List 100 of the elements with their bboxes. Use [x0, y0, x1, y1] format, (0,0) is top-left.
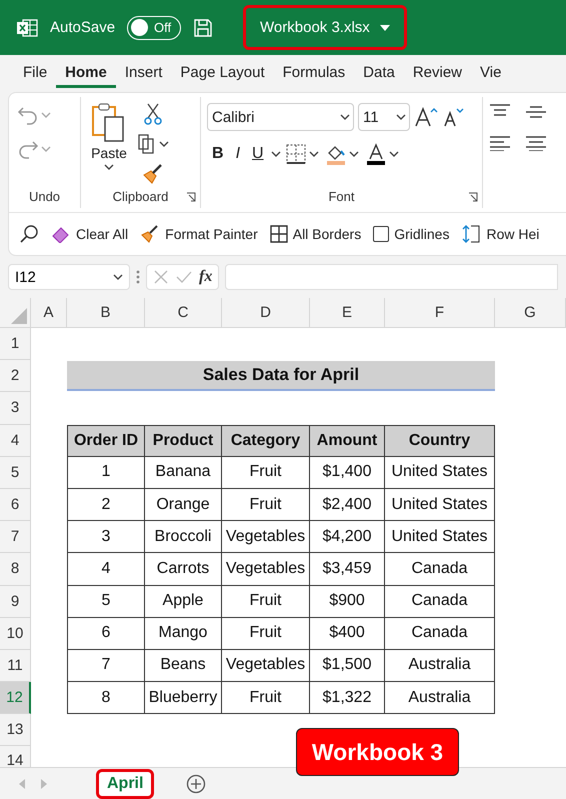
- row-height-icon: [461, 224, 482, 244]
- table-cell: United States: [385, 488, 495, 522]
- table-cell: Canada: [385, 618, 495, 650]
- search-icon[interactable]: [19, 224, 39, 244]
- sheet-title: Sales Data for April: [67, 361, 495, 392]
- row-header[interactable]: 7: [0, 521, 31, 554]
- row-header[interactable]: 6: [0, 488, 31, 522]
- row-header[interactable]: 8: [0, 553, 31, 586]
- table-cell: Blueberry: [145, 682, 222, 714]
- borders-icon: [284, 143, 307, 165]
- table-header-cell: Category: [222, 424, 310, 457]
- column-header[interactable]: F: [385, 298, 495, 328]
- chevron-down-icon: [340, 113, 350, 121]
- autosave-label: AutoSave: [50, 19, 116, 36]
- ribbon-tab[interactable]: Page Layout: [171, 60, 274, 88]
- dialog-launcher-icon[interactable]: [468, 192, 478, 202]
- chevron-down-icon: [388, 150, 399, 158]
- row-header[interactable]: 5: [0, 456, 31, 489]
- row-header[interactable]: 4: [0, 424, 31, 457]
- table-cell: Canada: [385, 586, 495, 618]
- table-cell: 3: [67, 521, 145, 554]
- grow-font-icon[interactable]: [414, 106, 438, 128]
- table-cell: United States: [385, 456, 495, 489]
- check-icon[interactable]: [175, 269, 193, 285]
- align-center-icon[interactable]: [525, 135, 547, 151]
- ribbon-tab[interactable]: File: [14, 60, 56, 88]
- ribbon-tab[interactable]: Vie: [471, 60, 510, 88]
- table-cell: $1,500: [310, 650, 385, 682]
- save-icon[interactable]: [193, 18, 214, 38]
- table-cell: Vegetables: [222, 650, 310, 682]
- paste-button[interactable]: Paste: [87, 103, 131, 189]
- chevron-down-icon: [308, 150, 319, 158]
- add-sheet-icon[interactable]: [186, 774, 206, 794]
- table-cell: Australia: [385, 682, 495, 714]
- row-header[interactable]: 9: [0, 586, 31, 618]
- group-label: Undo: [28, 189, 60, 204]
- column-header[interactable]: G: [495, 298, 566, 328]
- chevron-down-icon: [41, 111, 51, 119]
- quick-action-button[interactable]: Gridlines: [373, 226, 450, 242]
- table-cell: $1,400: [310, 456, 385, 489]
- table-cell: Broccoli: [145, 521, 222, 554]
- group-label: Font: [328, 189, 354, 204]
- row-header[interactable]: 11: [0, 650, 31, 682]
- formula-input[interactable]: [225, 264, 558, 290]
- table-cell: $2,400: [310, 488, 385, 522]
- sheet-tab[interactable]: April: [96, 768, 154, 798]
- table-cell: Vegetables: [222, 521, 310, 554]
- column-header[interactable]: A: [31, 298, 67, 328]
- undo-icon: [17, 105, 39, 125]
- ribbon-tab[interactable]: Home: [56, 60, 116, 88]
- row-header[interactable]: 2: [0, 360, 31, 392]
- font-size-select[interactable]: 11: [358, 103, 410, 131]
- align-left-icon[interactable]: [489, 135, 511, 151]
- insert-function-button[interactable]: fx: [199, 268, 212, 286]
- spreadsheet-logo-icon: [16, 18, 38, 38]
- quick-action-button[interactable]: All Borders: [270, 225, 362, 243]
- underline-button[interactable]: U: [247, 143, 269, 165]
- table-cell: United States: [385, 521, 495, 554]
- chevron-down-icon: [396, 113, 406, 121]
- shrink-font-icon[interactable]: [442, 106, 464, 128]
- autosave-toggle[interactable]: Off: [127, 16, 182, 40]
- table-cell: 6: [67, 618, 145, 650]
- column-header[interactable]: D: [222, 298, 310, 328]
- italic-button[interactable]: I: [230, 143, 246, 165]
- table-cell: Fruit: [222, 682, 310, 714]
- dialog-launcher-icon[interactable]: [186, 192, 196, 202]
- scissors-icon[interactable]: [144, 103, 162, 125]
- ribbon-tab[interactable]: Data: [354, 60, 404, 88]
- callout-label: Workbook 3: [296, 728, 459, 776]
- chevron-down-icon: [348, 150, 359, 158]
- redo-icon: [17, 139, 39, 159]
- row-header[interactable]: 13: [0, 714, 31, 746]
- format-painter-icon[interactable]: [142, 163, 164, 185]
- quick-action-button[interactable]: Format Painter: [140, 225, 258, 243]
- quick-action-button[interactable]: Row Hei: [461, 224, 540, 244]
- table-cell: $1,322: [310, 682, 385, 714]
- font-color-icon: [364, 143, 387, 165]
- table-cell: 4: [67, 553, 145, 586]
- name-box[interactable]: I12: [8, 264, 130, 290]
- checkbox[interactable]: [373, 226, 390, 242]
- row-header[interactable]: 14: [0, 746, 31, 767]
- caret-icon: [380, 24, 390, 30]
- font-name-select[interactable]: Calibri: [207, 103, 354, 131]
- chevron-down-icon: [41, 145, 51, 153]
- column-header[interactable]: B: [67, 298, 145, 328]
- group-label: Clipboard: [112, 189, 168, 204]
- table-cell: 7: [67, 650, 145, 682]
- table-cell: Fruit: [222, 456, 310, 489]
- row-header[interactable]: 1: [0, 328, 31, 360]
- row-header[interactable]: 10: [0, 618, 31, 650]
- ribbon-tab[interactable]: Review: [404, 60, 472, 88]
- column-header[interactable]: C: [145, 298, 222, 328]
- ribbon-tab[interactable]: Formulas: [274, 60, 354, 88]
- file-name-button[interactable]: Workbook 3.xlsx: [243, 5, 407, 50]
- table-cell: Australia: [385, 650, 495, 682]
- quick-action-button[interactable]: Clear All: [51, 225, 128, 243]
- row-header[interactable]: 3: [0, 392, 31, 425]
- ribbon-tab[interactable]: Insert: [116, 60, 172, 88]
- column-header[interactable]: E: [310, 298, 385, 328]
- bold-button[interactable]: B: [207, 143, 229, 165]
